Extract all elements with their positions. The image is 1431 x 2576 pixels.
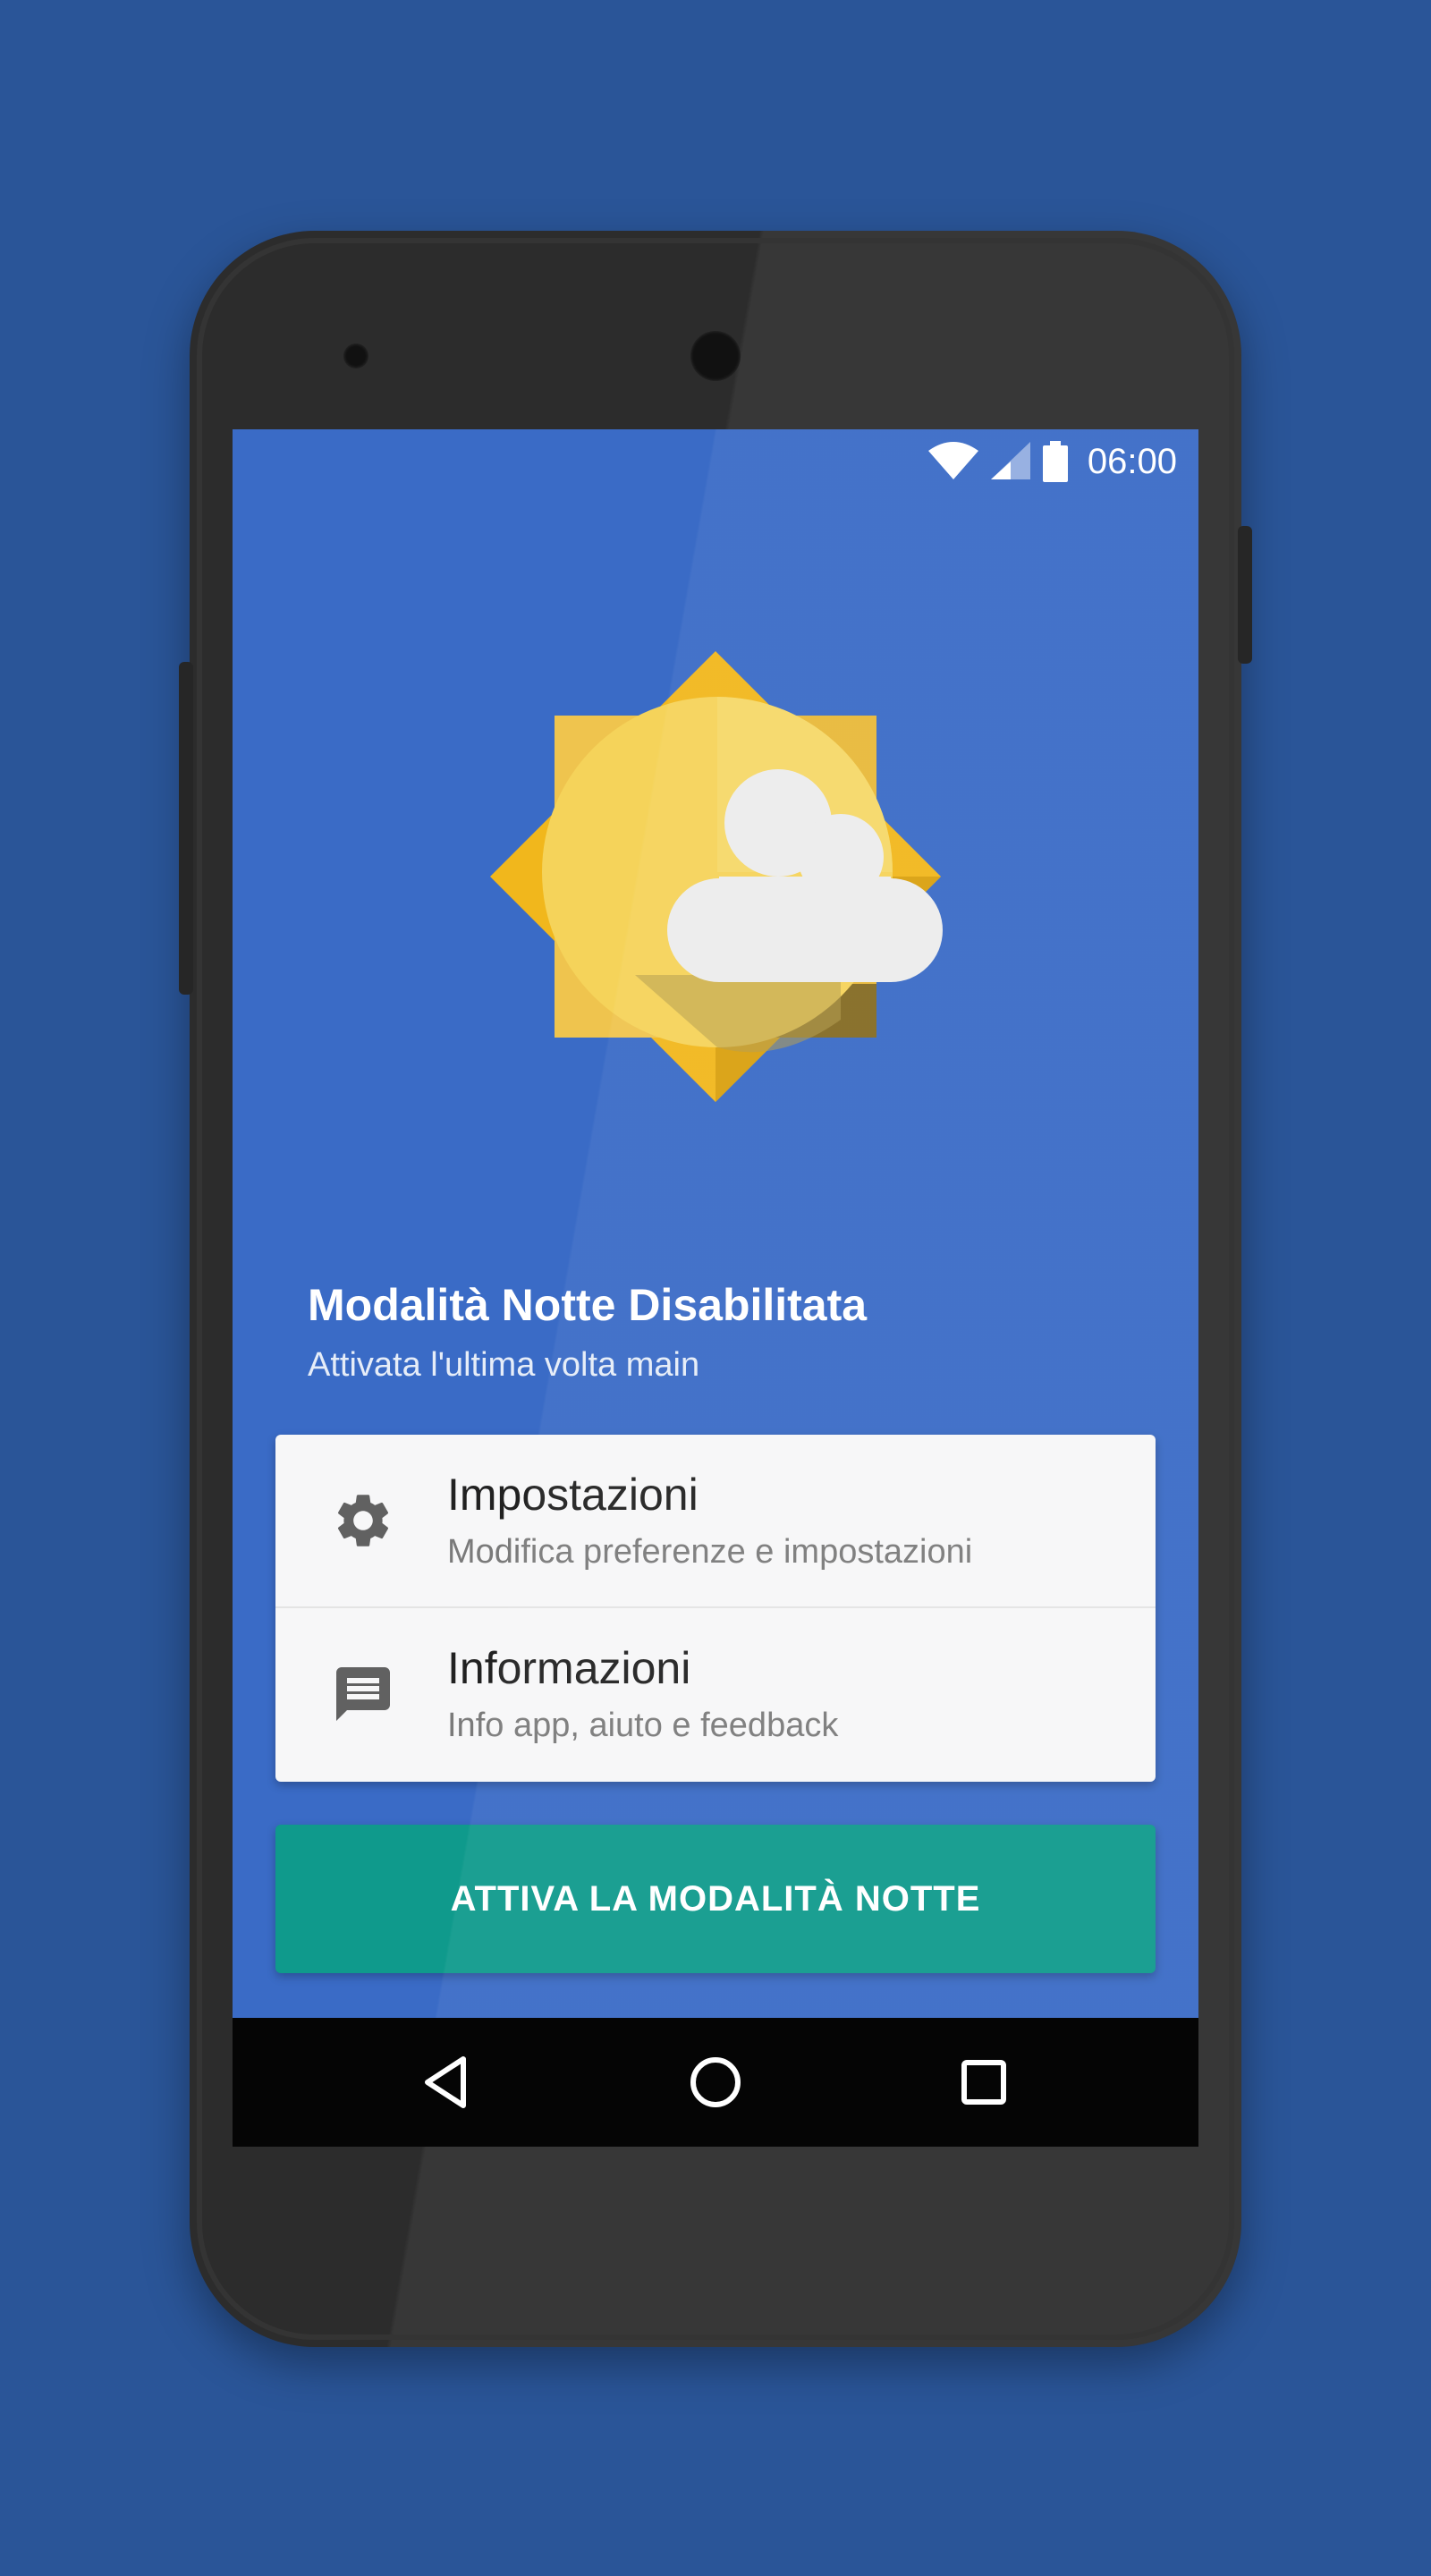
menu-item-subtitle: Modifica preferenze e impostazioni xyxy=(447,1533,973,1571)
cell-signal-icon xyxy=(990,442,1030,479)
menu-item-settings[interactable]: Impostazioni Modifica preferenze e impos… xyxy=(275,1435,1156,1608)
app-screen: 06:00 Modalità Notte Disabilitata Attiva… xyxy=(233,429,1198,2147)
gear-icon xyxy=(337,1495,389,1546)
sun-cloud-icon xyxy=(490,651,943,1102)
menu-item-info[interactable]: Informazioni Info app, aiuto e feedback xyxy=(275,1608,1156,1782)
status-icons: 06:00 xyxy=(927,440,1177,483)
menu-card: Impostazioni Modifica preferenze e impos… xyxy=(275,1435,1156,1782)
battery-icon xyxy=(1042,441,1068,482)
home-icon[interactable] xyxy=(683,2050,748,2114)
night-mode-status-title: Modalità Notte Disabilitata xyxy=(308,1280,868,1330)
navigation-bar xyxy=(233,2018,1198,2147)
back-icon[interactable] xyxy=(415,2050,479,2114)
status-bar: 06:00 xyxy=(233,429,1198,494)
volume-button xyxy=(179,662,193,995)
power-button xyxy=(1238,526,1252,664)
proximity-sensor xyxy=(343,343,368,369)
menu-item-subtitle: Info app, aiuto e feedback xyxy=(447,1707,839,1744)
chat-icon xyxy=(336,1667,390,1721)
status-time: 06:00 xyxy=(1087,441,1177,481)
menu-item-title: Impostazioni xyxy=(447,1470,699,1520)
night-mode-status-subtitle: Attivata l'ultima volta main xyxy=(308,1346,700,1384)
menu-item-title: Informazioni xyxy=(447,1643,691,1693)
front-camera xyxy=(690,331,741,381)
recents-icon[interactable] xyxy=(952,2050,1016,2114)
enable-night-mode-button[interactable]: ATTIVA LA MODALITÀ NOTTE xyxy=(275,1825,1156,1973)
wifi-icon xyxy=(927,442,978,479)
